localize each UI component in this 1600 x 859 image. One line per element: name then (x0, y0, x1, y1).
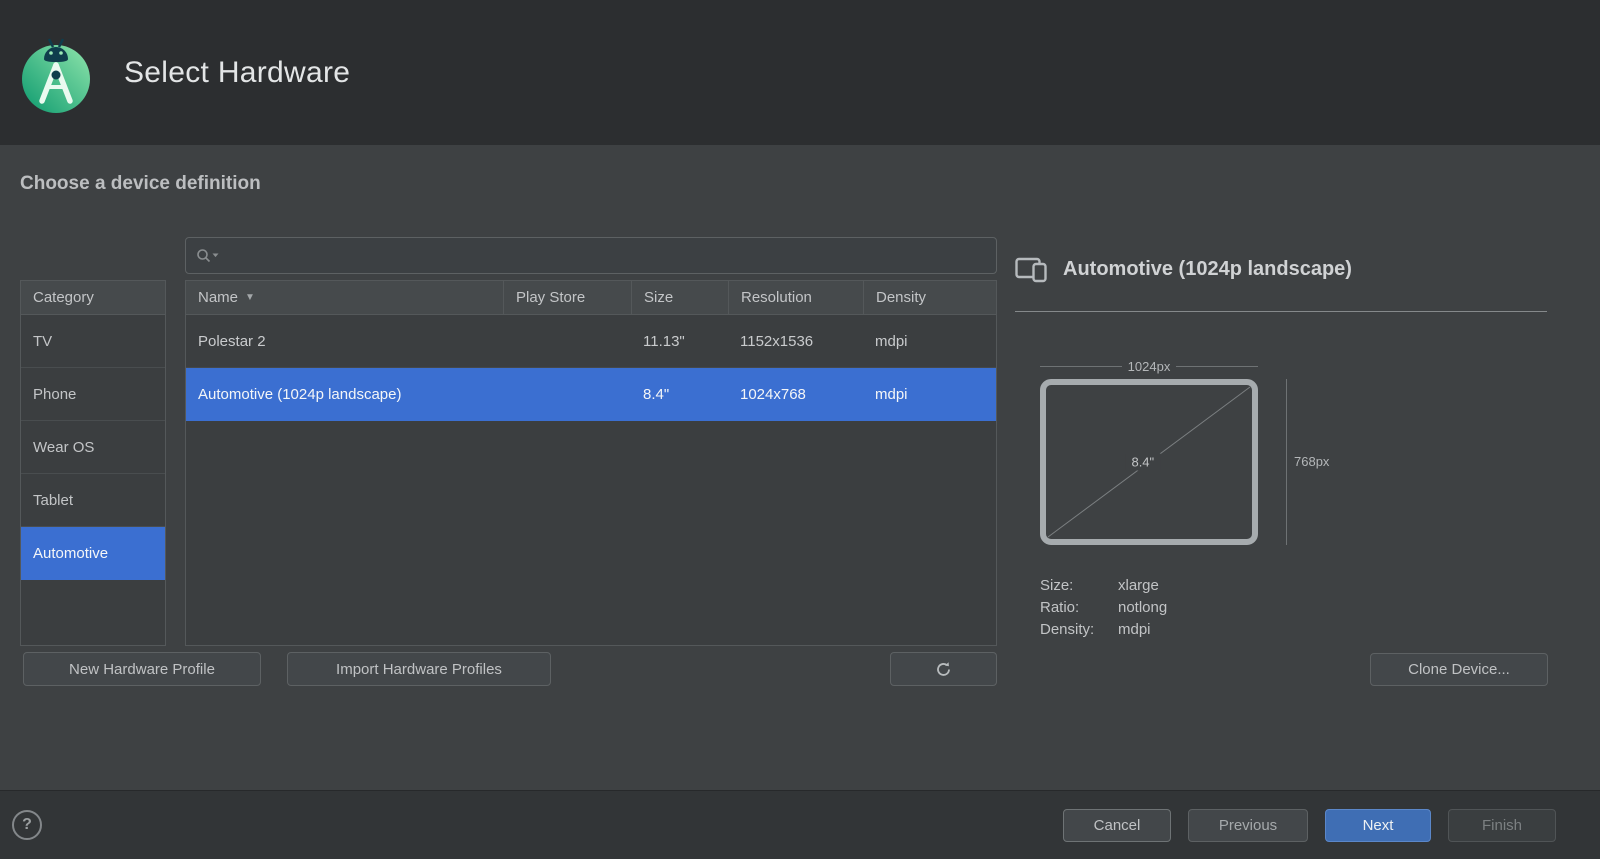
select-hardware-dialog: Select Hardware Choose a device definiti… (0, 0, 1600, 859)
device-row-polestar-2[interactable]: Polestar 2 11.13" 1152x1536 mdpi (186, 315, 996, 368)
height-dimension-label: 768px (1294, 454, 1329, 469)
android-studio-logo-icon (20, 31, 92, 115)
category-item-tablet[interactable]: Tablet (21, 474, 165, 527)
refresh-icon (935, 661, 952, 678)
category-column-header: Category (21, 281, 165, 315)
device-search-box[interactable] (185, 237, 997, 274)
device-screen-outline: 8.4" (1040, 379, 1258, 545)
diagonal-size-label: 8.4" (1125, 454, 1160, 471)
device-specs: Size: xlarge Ratio: notlong Density: mdp… (1040, 575, 1167, 641)
spec-ratio: Ratio: notlong (1040, 597, 1167, 619)
clone-device-button[interactable]: Clone Device... (1370, 653, 1548, 686)
column-header-resolution[interactable]: Resolution (728, 281, 863, 314)
dialog-header: Select Hardware (0, 0, 1600, 145)
finish-button: Finish (1448, 809, 1556, 842)
new-hardware-profile-button[interactable]: New Hardware Profile (23, 652, 261, 686)
device-row-automotive-1024p[interactable]: Automotive (1024p landscape) 8.4" 1024x7… (186, 368, 996, 421)
help-button[interactable]: ? (12, 810, 42, 840)
device-dimension-diagram: 1024px 8.4" 768px (1040, 355, 1340, 565)
column-header-play-store[interactable]: Play Store (503, 281, 631, 314)
search-input[interactable] (220, 238, 996, 273)
previous-button[interactable]: Previous (1188, 809, 1308, 842)
column-header-size[interactable]: Size (631, 281, 728, 314)
spec-density: Density: mdpi (1040, 619, 1167, 641)
dialog-body: Choose a device definition Category TV P… (0, 145, 1600, 790)
column-header-name[interactable]: Name ▼ (186, 281, 503, 314)
spec-size: Size: xlarge (1040, 575, 1167, 597)
cancel-button[interactable]: Cancel (1063, 809, 1171, 842)
refresh-button[interactable] (890, 652, 997, 686)
category-item-phone[interactable]: Phone (21, 368, 165, 421)
section-heading: Choose a device definition (20, 173, 261, 195)
device-table-header: Name ▼ Play Store Size Resolution Densit… (186, 281, 996, 315)
category-panel: Category TV Phone Wear OS Tablet Automot… (20, 280, 166, 646)
device-detail-panel: Automotive (1024p landscape) 1024px 8.4"… (1015, 255, 1549, 735)
search-icon (196, 248, 220, 264)
category-item-tv[interactable]: TV (21, 315, 165, 368)
detail-divider (1015, 311, 1547, 312)
width-dimension-label: 1024px (1128, 359, 1171, 374)
device-table: Name ▼ Play Store Size Resolution Densit… (185, 280, 997, 646)
detail-device-title: Automotive (1024p landscape) (1063, 258, 1352, 281)
category-item-wear-os[interactable]: Wear OS (21, 421, 165, 474)
category-item-automotive[interactable]: Automotive (21, 527, 165, 580)
devices-icon (1015, 255, 1047, 283)
next-button[interactable]: Next (1325, 809, 1431, 842)
sort-arrow-icon: ▼ (245, 292, 255, 303)
column-header-density[interactable]: Density (863, 281, 996, 314)
import-hardware-profiles-button[interactable]: Import Hardware Profiles (287, 652, 551, 686)
dialog-footer: ? Cancel Previous Next Finish (0, 790, 1600, 859)
dialog-title: Select Hardware (124, 56, 350, 90)
